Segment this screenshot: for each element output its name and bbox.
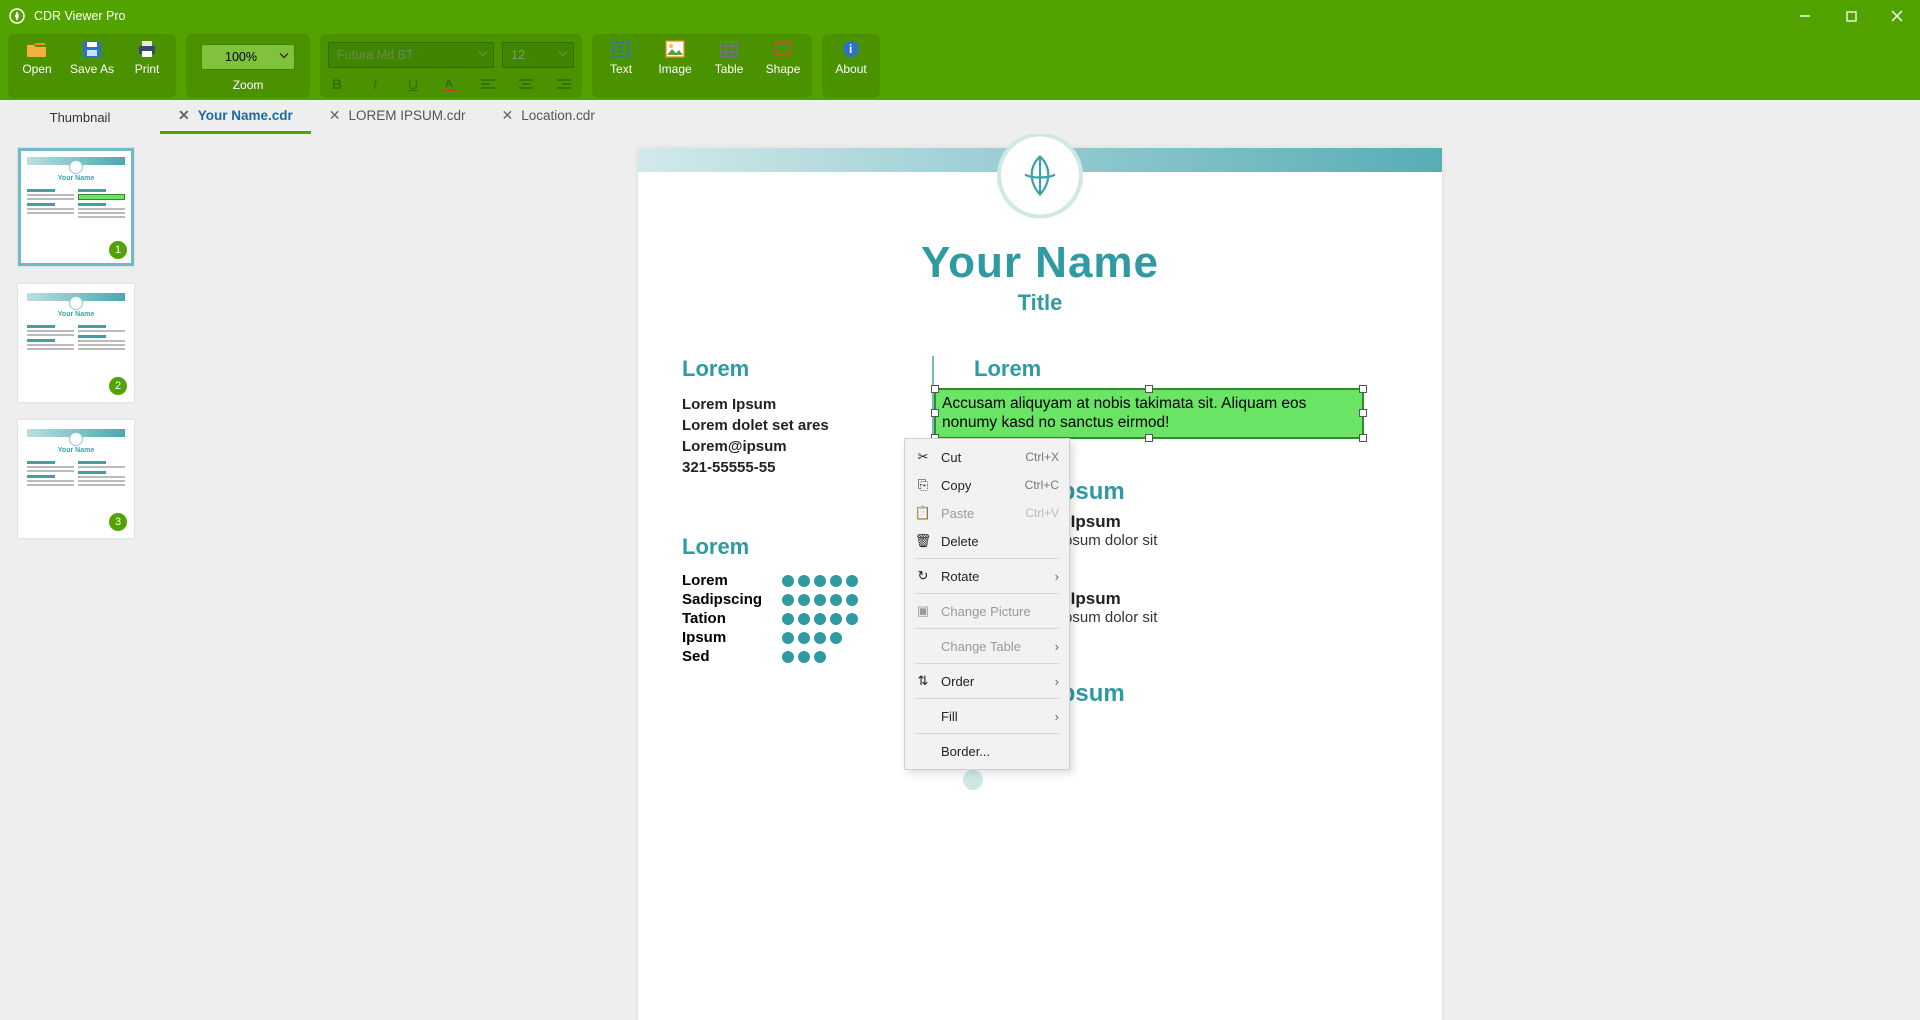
image-icon xyxy=(665,38,685,60)
chevron-down-icon xyxy=(477,48,489,63)
section-heading: Lorem xyxy=(682,534,908,560)
ribbon-group-zoom: 100% Zoom xyxy=(186,34,310,98)
font-color-button[interactable]: A xyxy=(442,76,460,92)
ribbon-group-insert: T Text Image Table Shape xyxy=(592,34,812,98)
ctx-change-table: Change Table› xyxy=(905,632,1069,660)
tabstrip: Thumbnail ✕ Your Name.cdr ✕ LOREM IPSUM.… xyxy=(0,100,1920,134)
ctx-fill[interactable]: Fill› xyxy=(905,702,1069,730)
page-title: Your Name xyxy=(638,238,1442,288)
cut-icon: ✂ xyxy=(915,449,931,465)
rotate-icon: ↻ xyxy=(915,568,931,584)
document-tab[interactable]: ✕ Location.cdr xyxy=(484,100,613,134)
app-icon xyxy=(8,7,26,25)
font-size-select[interactable]: 12 xyxy=(502,42,574,68)
svg-text:T: T xyxy=(617,44,624,56)
close-icon[interactable]: ✕ xyxy=(329,107,341,124)
ribbon-group-about: i About xyxy=(822,34,880,98)
skill-row: Lorem xyxy=(682,572,908,589)
font-family-select[interactable]: Futura Md BT xyxy=(328,42,494,68)
window-maximize-button[interactable] xyxy=(1828,0,1874,32)
thumbnail-panel-label: Thumbnail xyxy=(0,100,160,134)
insert-text-button[interactable]: T Text xyxy=(600,38,642,76)
folder-open-icon xyxy=(25,38,49,60)
copy-icon: ⎘ xyxy=(915,477,931,493)
section-heading: Lorem xyxy=(974,356,1398,382)
insert-image-button[interactable]: Image xyxy=(654,38,696,76)
ctx-cut[interactable]: ✂CutCtrl+X xyxy=(905,443,1069,471)
saveas-button[interactable]: Save As xyxy=(70,38,114,76)
document-tab[interactable]: ✕ LOREM IPSUM.cdr xyxy=(311,100,484,134)
section-heading: Lorem xyxy=(682,356,908,382)
italic-button[interactable]: I xyxy=(366,76,384,92)
close-icon[interactable]: ✕ xyxy=(502,107,514,124)
info-icon: i xyxy=(841,38,861,60)
table-icon xyxy=(720,38,738,60)
titlebar: CDR Viewer Pro xyxy=(0,0,1920,32)
ctx-border[interactable]: Border... xyxy=(905,737,1069,765)
ribbon-group-text: Futura Md BT 12 B I U A xyxy=(320,34,582,98)
print-button[interactable]: Print xyxy=(126,38,168,76)
delete-icon: 🗑 xyxy=(915,533,931,549)
chevron-right-icon: › xyxy=(1055,674,1059,689)
chevron-right-icon: › xyxy=(1055,639,1059,654)
page-thumbnail[interactable]: Your Name 3 xyxy=(18,420,134,538)
bold-button[interactable]: B xyxy=(328,76,346,92)
page-number-badge: 2 xyxy=(109,377,127,395)
zoom-select[interactable]: 100% xyxy=(201,44,295,70)
align-center-button[interactable] xyxy=(518,78,536,90)
chevron-right-icon: › xyxy=(1055,569,1059,584)
ctx-paste: 📋PasteCtrl+V xyxy=(905,499,1069,527)
page-headline: Your Name Title xyxy=(638,238,1442,316)
insert-shape-button[interactable]: Shape xyxy=(762,38,804,76)
chevron-down-icon xyxy=(557,48,569,63)
save-icon xyxy=(81,38,103,60)
page-thumbnail[interactable]: Your Name 1 xyxy=(18,148,134,266)
selected-text-object[interactable]: Accusam aliquyam at nobis takimata sit. … xyxy=(934,388,1364,439)
about-button[interactable]: i About xyxy=(830,38,872,76)
close-icon[interactable]: ✕ xyxy=(178,107,190,124)
ribbon: Open Save As Print 100% Zoom Futura Md B… xyxy=(0,32,1920,100)
contact-text: Lorem Ipsum Lorem dolet set ares Lorem@i… xyxy=(682,394,908,478)
skills-list: Lorem Sadipscing Tation Ipsum Sed xyxy=(682,572,908,665)
skill-row: Ipsum xyxy=(682,629,908,646)
open-button[interactable]: Open xyxy=(16,38,58,76)
align-left-button[interactable] xyxy=(480,78,498,90)
paste-icon: 📋 xyxy=(915,505,931,521)
svg-text:i: i xyxy=(849,42,852,56)
app-title: CDR Viewer Pro xyxy=(34,9,125,23)
page-logo xyxy=(997,134,1083,219)
timeline-dot-icon xyxy=(963,770,983,790)
window-minimize-button[interactable] xyxy=(1782,0,1828,32)
ctx-order[interactable]: ⇅Order› xyxy=(905,667,1069,695)
ctx-rotate[interactable]: ↻Rotate› xyxy=(905,562,1069,590)
ribbon-group-file: Open Save As Print xyxy=(8,34,176,98)
page-subtitle: Title xyxy=(638,290,1442,316)
image-icon: ▣ xyxy=(915,603,931,619)
skill-row: Sed xyxy=(682,648,908,665)
chevron-down-icon xyxy=(278,50,290,65)
underline-button[interactable]: U xyxy=(404,76,422,92)
ctx-copy[interactable]: ⎘CopyCtrl+C xyxy=(905,471,1069,499)
printer-icon xyxy=(136,38,158,60)
align-right-button[interactable] xyxy=(556,78,574,90)
insert-table-button[interactable]: Table xyxy=(708,38,750,76)
ctx-change-picture: ▣Change Picture xyxy=(905,597,1069,625)
order-icon: ⇅ xyxy=(915,673,931,689)
page-number-badge: 3 xyxy=(109,513,127,531)
shape-icon xyxy=(774,38,792,60)
document-tab[interactable]: ✕ Your Name.cdr xyxy=(160,100,311,134)
skill-row: Tation xyxy=(682,610,908,627)
thumbnail-sidebar: Your Name 1 Your Name 2 Your Name 3 xyxy=(0,134,160,1020)
text-icon: T xyxy=(611,38,631,60)
context-menu: ✂CutCtrl+X ⎘CopyCtrl+C 📋PasteCtrl+V 🗑Del… xyxy=(904,438,1070,770)
svg-text:A: A xyxy=(445,78,453,90)
skill-row: Sadipscing xyxy=(682,591,908,608)
page-thumbnail[interactable]: Your Name 2 xyxy=(18,284,134,402)
window-close-button[interactable] xyxy=(1874,0,1920,32)
page-number-badge: 1 xyxy=(109,241,127,259)
ctx-delete[interactable]: 🗑Delete xyxy=(905,527,1069,555)
left-column: Lorem Lorem Ipsum Lorem dolet set ares L… xyxy=(682,356,932,712)
chevron-right-icon: › xyxy=(1055,709,1059,724)
